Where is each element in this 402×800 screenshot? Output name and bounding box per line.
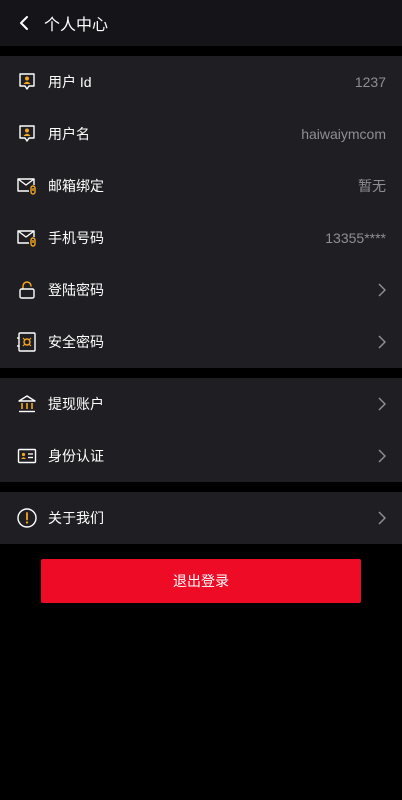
- row-label: 安全密码: [48, 334, 104, 350]
- row-identity-verification[interactable]: 身份认证: [0, 430, 402, 482]
- safe-icon: [16, 331, 38, 353]
- row-label: 关于我们: [48, 510, 104, 526]
- row-username[interactable]: 用户名 haiwaiymcom: [0, 108, 402, 160]
- about-group: 关于我们: [0, 492, 402, 544]
- chevron-right-icon: [372, 283, 386, 297]
- row-value: 暂无: [358, 178, 386, 194]
- bank-icon: [16, 393, 38, 415]
- header-bar: 个人中心: [0, 0, 402, 46]
- mail-link-icon: [16, 175, 38, 197]
- row-label: 身份认证: [48, 448, 104, 464]
- back-button[interactable]: [4, 0, 44, 46]
- id-card-icon: [16, 445, 38, 467]
- page-title: 个人中心: [44, 17, 109, 34]
- chevron-right-icon: [372, 449, 386, 463]
- row-label: 手机号码: [48, 230, 104, 246]
- row-login-password[interactable]: 登陆密码: [0, 264, 402, 316]
- row-label: 邮箱绑定: [48, 178, 104, 194]
- unlock-icon: [16, 279, 38, 301]
- row-email-binding[interactable]: 邮箱绑定 暂无: [0, 160, 402, 212]
- row-withdraw-account[interactable]: 提现账户: [0, 378, 402, 430]
- row-value: 13355****: [325, 230, 386, 246]
- row-user-id[interactable]: 用户 Id 1237: [0, 56, 402, 108]
- row-phone-number[interactable]: 手机号码 13355****: [0, 212, 402, 264]
- info-circle-icon: [16, 507, 38, 529]
- chevron-right-icon: [372, 511, 386, 525]
- row-about-us[interactable]: 关于我们: [0, 492, 402, 544]
- row-label: 用户名: [48, 126, 90, 142]
- chevron-left-icon: [20, 16, 28, 30]
- row-value: haiwaiymcom: [301, 126, 386, 142]
- row-label: 提现账户: [48, 396, 104, 412]
- finance-group: 提现账户 身份认证: [0, 378, 402, 482]
- row-label: 用户 Id: [48, 74, 92, 90]
- user-badge-icon: [16, 123, 38, 145]
- logout-button[interactable]: 退出登录: [41, 559, 361, 603]
- logout-area: 退出登录: [0, 544, 402, 603]
- chevron-right-icon: [372, 335, 386, 349]
- row-label: 登陆密码: [48, 282, 104, 298]
- account-group: 用户 Id 1237 用户名 haiwaiymcom 邮箱绑定 暂无 手机号码 …: [0, 56, 402, 368]
- mail-link-icon: [16, 227, 38, 249]
- user-badge-icon: [16, 71, 38, 93]
- chevron-right-icon: [372, 397, 386, 411]
- row-security-password[interactable]: 安全密码: [0, 316, 402, 368]
- row-value: 1237: [354, 74, 386, 90]
